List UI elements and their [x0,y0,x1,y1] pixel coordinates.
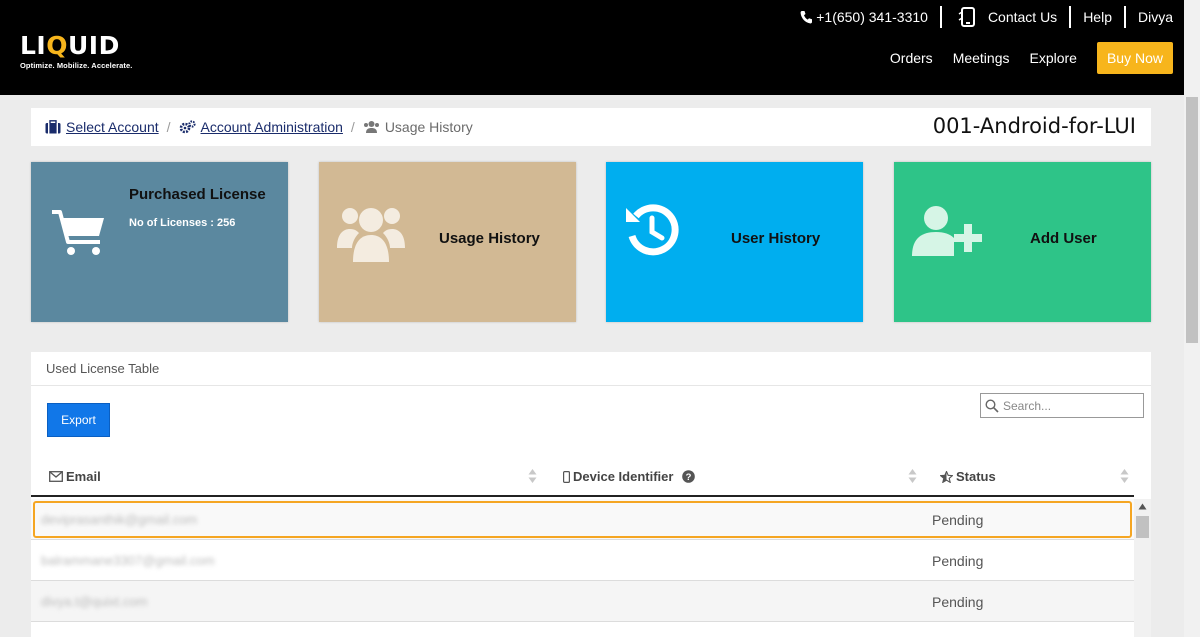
mobile-contact-icon [958,7,975,27]
breadcrumb: Select Account / Account Administration … [31,108,1151,146]
export-button[interactable]: Export [47,403,110,437]
cogs-icon [179,120,196,134]
tile-user-history[interactable]: User History [606,162,863,322]
account-name: 001-Android-for-LUI [932,114,1136,138]
scroll-up-icon[interactable] [1138,503,1147,510]
help-link[interactable]: Help [1071,6,1126,28]
column-email[interactable]: Email [49,469,101,484]
phone-icon [800,11,813,24]
table-row[interactable]: divya.t@quixt.com Pending [31,581,1134,622]
briefcase-icon [45,120,61,134]
envelope-icon [49,471,63,482]
utility-nav: +1(650) 341-3310 Contact Us Help Divya [788,6,1173,28]
user-menu[interactable]: Divya [1126,6,1173,28]
column-email-label: Email [66,469,101,484]
used-license-card: Used License Table Export Email Device I… [31,352,1151,637]
license-count: No of Licenses : 256 [129,217,236,229]
column-status-label: Status [956,469,996,484]
help-circle-icon[interactable]: ? [682,470,696,483]
column-status[interactable]: Status [940,469,996,484]
history-icon [626,204,679,256]
table-row[interactable]: balrammane3307@gmail.com Pending [31,540,1134,581]
cart-icon [52,210,104,255]
tile-usage-history[interactable]: Usage History [319,162,576,322]
row-status: Pending [932,594,984,610]
nav-orders[interactable]: Orders [890,50,933,66]
buy-now-button[interactable]: Buy Now [1096,42,1173,74]
breadcrumb-separator: / [166,119,171,135]
breadcrumb-separator: / [350,119,355,135]
page-scrollbar-thumb[interactable] [1186,97,1198,343]
search-field[interactable] [980,393,1144,418]
tile-add-user-title: Add User [1030,230,1097,247]
svg-text:?: ? [686,472,692,483]
nav-explore[interactable]: Explore [1030,50,1077,66]
top-header: LIQUID Optimize. Mobilize. Accelerate. +… [0,0,1200,95]
phone-number: +1(650) 341-3310 [816,9,928,25]
help-label: Help [1083,9,1112,25]
tile-user-history-title: User History [731,230,821,247]
liquid-logo[interactable]: LIQUID Optimize. Mobilize. Accelerate. [20,31,133,71]
phone-link[interactable]: +1(650) 341-3310 [788,6,942,28]
row-email: balrammane3307@gmail.com [41,553,215,568]
breadcrumb-select-account-link[interactable]: Select Account [66,119,159,135]
page-scrollbar[interactable] [1184,0,1200,637]
contact-us-label: Contact Us [987,9,1058,25]
contact-us-link[interactable]: Contact Us [942,6,1072,28]
breadcrumb-account-admin[interactable]: Account Administration [179,119,343,135]
users-icon [363,121,379,133]
table-row[interactable]: deviprasanthik@gmail.com Pending [31,499,1134,540]
column-device-identifier-label: Device Identifier [573,469,674,484]
sort-icon[interactable] [908,468,917,484]
breadcrumb-select-account[interactable]: Select Account [45,119,159,135]
add-user-icon [912,206,982,256]
main-nav: Orders Meetings Explore Buy Now [870,42,1173,74]
sort-icon[interactable] [1120,468,1129,484]
tile-usage-history-title: Usage History [439,230,540,247]
breadcrumb-account-admin-link[interactable]: Account Administration [201,119,343,135]
row-email: divya.t@quixt.com [41,594,148,609]
logo-wordmark: LIQUID [20,31,120,60]
table-scrollbar[interactable] [1134,499,1151,637]
nav-meetings[interactable]: Meetings [953,50,1010,66]
column-device-identifier[interactable]: Device Identifier ? [563,469,698,484]
row-status: Pending [932,512,984,528]
sort-icon[interactable] [528,468,537,484]
tile-add-user[interactable]: Add User [894,162,1151,322]
card-title: Used License Table [31,352,1151,386]
mobile-icon [563,470,570,483]
tile-purchased-license[interactable]: Purchased License No of Licenses : 256 [31,162,288,322]
table-header: Email Device Identifier ? Status [31,460,1134,497]
star-half-icon [940,470,953,483]
users-icon [337,208,405,262]
row-email: deviprasanthik@gmail.com [41,512,198,527]
logo-tagline: Optimize. Mobilize. Accelerate. [20,61,133,70]
row-status: Pending [932,553,984,569]
breadcrumb-current: Usage History [363,119,473,135]
tile-purchased-license-title: Purchased License [129,186,266,203]
table-scrollbar-thumb[interactable] [1136,516,1149,538]
search-icon [985,398,999,413]
user-name: Divya [1137,9,1173,25]
breadcrumb-current-label: Usage History [384,119,473,135]
search-input[interactable] [1003,398,1138,413]
